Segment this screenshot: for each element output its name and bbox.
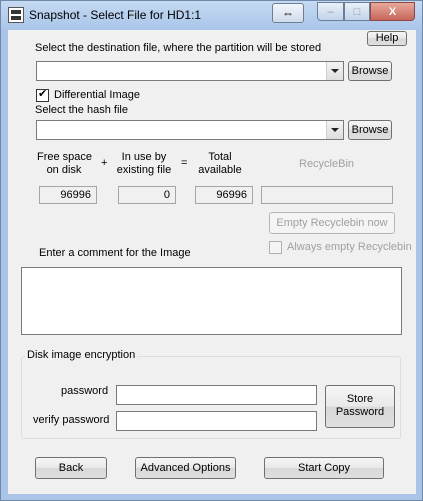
store-password-button[interactable]: Store Password bbox=[325, 385, 395, 428]
total-label-line2: available bbox=[198, 164, 242, 176]
hash-browse-button[interactable]: Browse bbox=[348, 120, 392, 140]
in-use-label-line1: In use by bbox=[121, 151, 167, 163]
differential-image-label[interactable]: Differential Image bbox=[54, 89, 140, 101]
advanced-options-button[interactable]: Advanced Options bbox=[135, 457, 236, 479]
always-empty-recyclebin-label[interactable]: Always empty Recyclebin bbox=[287, 241, 412, 253]
comment-textarea[interactable] bbox=[21, 267, 402, 335]
in-use-label-line2: existing file bbox=[116, 164, 172, 176]
total-label-line1: Total bbox=[208, 151, 232, 163]
equals-sign: = bbox=[181, 157, 188, 169]
window-title: Snapshot - Select File for HD1:1 bbox=[29, 8, 202, 22]
title-bar[interactable]: Snapshot - Select File for HD1:1 ⇔ ‒ □ X bbox=[1, 1, 422, 29]
destination-browse-button[interactable]: Browse bbox=[348, 61, 392, 81]
store-password-line1: Store bbox=[346, 393, 374, 405]
encryption-group-title: Disk image encryption bbox=[25, 349, 138, 361]
chevron-down-icon[interactable] bbox=[326, 121, 343, 139]
destination-file-combo[interactable] bbox=[36, 61, 344, 81]
plus-sign: + bbox=[101, 157, 108, 169]
hash-file-combo[interactable] bbox=[36, 120, 344, 140]
verify-password-label: verify password bbox=[33, 414, 110, 426]
store-password-line2: Password bbox=[335, 406, 385, 418]
chevron-down-icon[interactable] bbox=[326, 62, 343, 80]
dialog-body: Help Select the destination file, where … bbox=[8, 30, 416, 494]
recyclebin-value bbox=[261, 186, 393, 204]
help-button[interactable]: Help bbox=[367, 31, 407, 46]
differential-image-checkbox[interactable] bbox=[36, 87, 49, 102]
resize-arrows-icon[interactable]: ⇔ bbox=[272, 3, 304, 23]
close-button[interactable]: X bbox=[370, 2, 415, 21]
app-icon bbox=[8, 7, 24, 23]
snapshot-dialog: Snapshot - Select File for HD1:1 ⇔ ‒ □ X… bbox=[0, 0, 423, 501]
comment-label: Enter a comment for the Image bbox=[39, 247, 191, 259]
empty-recyclebin-button[interactable]: Empty Recyclebin now bbox=[269, 212, 395, 234]
destination-label: Select the destination file, where the p… bbox=[35, 42, 322, 54]
in-use-value: 0 bbox=[118, 186, 176, 204]
in-use-label: In use by existing file bbox=[114, 151, 174, 177]
minimize-button[interactable]: ‒ bbox=[317, 2, 344, 21]
verify-password-input[interactable] bbox=[116, 411, 317, 431]
recyclebin-label: RecycleBin bbox=[299, 158, 355, 170]
free-space-label: Free space on disk bbox=[37, 151, 93, 177]
total-available-label: Total available bbox=[195, 151, 245, 177]
back-button[interactable]: Back bbox=[35, 457, 107, 479]
total-available-value: 96996 bbox=[195, 186, 253, 204]
start-copy-button[interactable]: Start Copy bbox=[264, 457, 384, 479]
maximize-button[interactable]: □ bbox=[344, 2, 370, 21]
free-space-label-line2: on disk bbox=[46, 164, 82, 176]
hash-file-label: Select the hash file bbox=[35, 104, 128, 116]
free-space-label-line1: Free space bbox=[37, 151, 93, 163]
free-space-value: 96996 bbox=[39, 186, 97, 204]
always-empty-recyclebin-checkbox[interactable] bbox=[269, 241, 282, 254]
password-input[interactable] bbox=[116, 385, 317, 405]
password-label: password bbox=[61, 385, 109, 397]
